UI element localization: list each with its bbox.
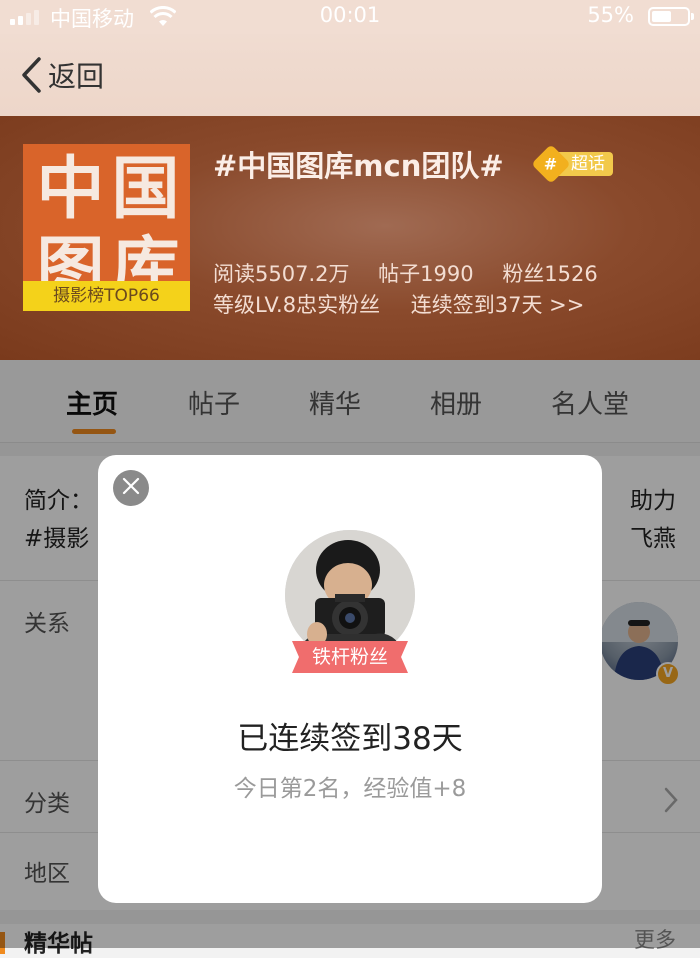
checkin-title: 已连续签到38天 (237, 721, 463, 757)
fan-level-badge: 铁杆粉丝 (292, 641, 408, 673)
topic-title: #中国图库mcn团队# (213, 149, 504, 183)
close-icon (121, 476, 141, 500)
checkin-success-dialog: 铁杆粉丝 已连续签到38天 今日第2名，经验值+8 (98, 455, 602, 903)
status-bar: 中国移动 00:01 55% (0, 0, 700, 34)
super-topic-badge[interactable]: # 超话 (531, 144, 613, 184)
reads-count: 阅读5507.2万 (213, 262, 350, 286)
close-button[interactable] (113, 470, 149, 506)
checkin-subtitle: 今日第2名，经验值+8 (233, 776, 467, 802)
hash-icon: # (531, 144, 571, 184)
nav-bar: 返回 (0, 34, 700, 116)
fan-badge-label: 铁杆粉丝 (311, 646, 388, 668)
checkin-streak-link[interactable]: 连续签到37天 >> (411, 293, 585, 317)
level-line: 等级LV.8忠实粉丝 连续签到37天 >> (213, 289, 584, 319)
fan-level: 等级LV.8忠实粉丝 (213, 293, 381, 317)
fans-count: 粉丝1526 (502, 262, 598, 286)
battery-percent: 55% (587, 3, 634, 27)
chevron-left-icon (20, 56, 42, 94)
posts-count: 帖子1990 (378, 262, 474, 286)
back-label: 返回 (48, 60, 105, 93)
topic-stats: 阅读5507.2万 帖子1990 粉丝1526 (213, 258, 620, 288)
logo-char: 国 (111, 150, 180, 229)
topic-header-banner: 中 国 图 库 摄影榜TOP66 #中国图库mcn团队# # 超话 阅读5507… (0, 116, 700, 360)
logo-char: 中 (36, 150, 105, 229)
topic-logo[interactable]: 中 国 图 库 摄影榜TOP66 (23, 144, 190, 311)
battery-level-fill (652, 11, 671, 22)
back-button[interactable]: 返回 (20, 52, 104, 98)
battery-icon (648, 7, 694, 26)
rank-label: 摄影榜TOP66 (23, 281, 190, 311)
